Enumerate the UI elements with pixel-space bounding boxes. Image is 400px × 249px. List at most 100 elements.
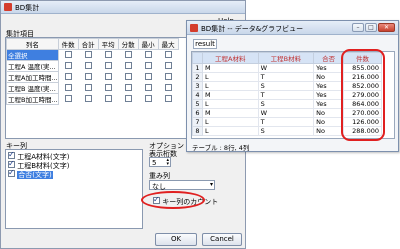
cell[interactable]: M [201,90,259,100]
checkbox[interactable] [144,94,152,102]
grid-row-label: 工程B加工時間... [6,93,59,105]
col-header[interactable]: 工程A材料 [201,52,259,64]
grid-row-label: 工程B 温度(実... [6,82,59,94]
checkbox[interactable] [84,83,92,91]
key-item-checkbox[interactable] [8,150,15,159]
col-header[interactable]: 合否 [313,52,345,64]
checkbox[interactable] [124,83,132,91]
row-number: 6 [192,108,203,118]
checkbox[interactable] [84,61,92,69]
cell[interactable]: L [201,72,259,82]
cell[interactable]: No [313,126,345,136]
checkbox[interactable] [144,61,152,69]
checkbox[interactable] [144,72,152,80]
cell[interactable]: S [257,99,315,109]
checkbox[interactable] [64,50,72,58]
spin-arrows-icon[interactable]: ▴ ▾ [166,158,169,167]
key-item[interactable]: 工程B材料(文字) [8,159,70,170]
chevron-down-icon[interactable]: ▾ [210,181,213,188]
grid-row-label: 工程A 温度(実... [6,60,59,72]
cell[interactable]: No [313,117,345,127]
checkbox[interactable] [64,83,72,91]
weight-select[interactable]: なし ▾ [149,180,215,191]
row-number: 4 [192,90,203,100]
checkbox[interactable] [64,72,72,80]
cell[interactable]: S [257,81,315,91]
highlight-ellipse [141,191,205,209]
checkbox[interactable] [104,72,112,80]
cell[interactable]: No [313,108,345,118]
checkbox[interactable] [104,83,112,91]
checkbox[interactable] [64,94,72,102]
col-header[interactable]: 工程B材料 [257,52,315,64]
key-item-selected[interactable]: 合否(文字) [8,168,53,179]
checkbox[interactable] [164,94,172,102]
cancel-button[interactable]: Cancel [202,233,242,246]
cell[interactable]: M [201,63,259,73]
cell[interactable]: Yes [313,81,345,91]
maximize-icon[interactable]: □ [365,23,377,32]
grid-header-var: 分散 [117,38,139,50]
checkbox[interactable] [104,50,112,58]
checkbox[interactable] [144,83,152,91]
cell[interactable]: L [201,126,259,136]
checkbox[interactable] [124,94,132,102]
digits-spinner[interactable]: 5 ▴ ▾ [149,157,171,167]
row-number: 3 [192,81,203,91]
data-view-title: BD集計 -- データ&グラフビュー [201,25,304,33]
row-number: 2 [192,72,203,82]
tab-result[interactable]: result [193,39,217,49]
key-item-label: 合否(文字) [17,171,53,179]
cell[interactable]: L [201,81,259,91]
main-title-bar: BD集計 [1,1,245,14]
checkbox[interactable] [164,83,172,91]
cell[interactable]: Yes [313,63,345,73]
checkbox[interactable] [164,50,172,58]
grid-header-mean: 平均 [97,38,119,50]
checkbox[interactable] [144,50,152,58]
cell[interactable]: W [257,63,315,73]
grid-row[interactable]: 工程A加工時間... [6,71,179,83]
key-item-label: 工程B材料(文字) [17,162,70,170]
grid-row[interactable]: 工程A 温度(実... [6,60,179,72]
main-window-title: BD集計 [15,4,40,12]
key-item-label: 工程A材料(文字) [17,153,70,161]
grid-row-select-all[interactable]: 全選択 [6,49,179,61]
cell[interactable]: T [257,117,315,127]
checkbox[interactable] [164,61,172,69]
grid-row[interactable]: 工程B 温度(実... [6,82,179,94]
grid-header-row: 列名 件数 合計 平均 分散 最小 最大 [6,38,179,50]
cell[interactable]: S [257,126,315,136]
grid-row[interactable]: 工程B加工時間... [6,93,179,105]
key-item-checkbox[interactable] [8,168,15,177]
cell[interactable]: Yes [313,90,345,100]
ok-button[interactable]: OK [155,233,197,246]
grid-header-min: 最小 [137,38,159,50]
checkbox[interactable] [84,94,92,102]
key-item-checkbox[interactable] [8,159,15,168]
checkbox[interactable] [104,61,112,69]
checkbox[interactable] [124,50,132,58]
close-icon[interactable]: ✕ [378,23,395,32]
checkbox[interactable] [164,72,172,80]
cell[interactable]: Yes [313,99,345,109]
grid-row-label: 全選択 [6,49,59,61]
key-item[interactable]: 工程A材料(文字) [8,150,70,161]
checkbox[interactable] [124,61,132,69]
cell[interactable]: L [201,117,259,127]
checkbox[interactable] [84,72,92,80]
cell[interactable]: M [201,108,259,118]
checkbox[interactable] [64,61,72,69]
cell[interactable]: W [257,108,315,118]
cell[interactable]: No [313,72,345,82]
cell[interactable]: L [201,99,259,109]
app-icon [190,24,198,32]
cell[interactable]: T [257,90,315,100]
minimize-icon[interactable]: – [352,23,364,32]
cell[interactable]: T [257,72,315,82]
status-bar-text: テーブル : 8行, 4列 [192,144,250,152]
checkbox[interactable] [84,50,92,58]
checkbox[interactable] [104,94,112,102]
checkbox[interactable] [124,72,132,80]
result-table: 工程A材料 工程B材料 合否 件数 1 M W Yes 855.000 2 L … [191,49,395,141]
